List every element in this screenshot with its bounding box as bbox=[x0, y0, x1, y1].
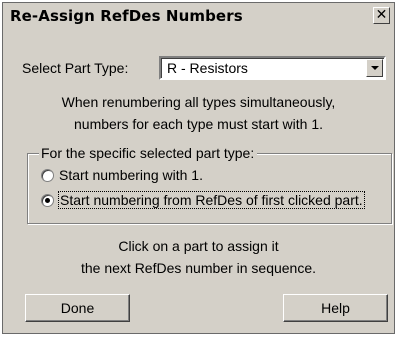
radio-label-start-with-1: Start numbering with 1. bbox=[59, 167, 203, 183]
done-button[interactable]: Done bbox=[25, 294, 130, 322]
radio-button-unchecked[interactable] bbox=[41, 169, 54, 182]
part-type-value: R - Resistors bbox=[167, 60, 248, 76]
close-icon: ✕ bbox=[375, 7, 388, 23]
numbering-groupbox bbox=[27, 153, 392, 224]
dialog-title: Re-Assign RefDes Numbers bbox=[10, 7, 243, 25]
note-line-1: When renumbering all types simultaneousl… bbox=[61, 94, 336, 110]
chevron-down-icon[interactable] bbox=[366, 59, 383, 77]
refdes-dialog: Re-Assign RefDes Numbers ✕ Select Part T… bbox=[2, 2, 395, 334]
part-type-select[interactable]: R - Resistors bbox=[159, 56, 386, 80]
help-button[interactable]: Help bbox=[283, 294, 388, 322]
title-bar[interactable]: Re-Assign RefDes Numbers ✕ bbox=[3, 3, 394, 30]
part-type-label: Select Part Type: bbox=[22, 60, 129, 76]
close-button[interactable]: ✕ bbox=[373, 7, 390, 24]
renumber-note: When renumbering all types simultaneousl… bbox=[3, 91, 394, 135]
instruction-text: Click on a part to assign it the next Re… bbox=[3, 235, 394, 279]
note-line-2: numbers for each type must start with 1. bbox=[74, 116, 323, 132]
radio-button-checked[interactable] bbox=[41, 194, 54, 207]
instruction-line-1: Click on a part to assign it bbox=[118, 238, 279, 254]
instruction-line-2: the next RefDes number in sequence. bbox=[80, 260, 317, 276]
radio-label-start-from-clicked: Start numbering from RefDes of first cli… bbox=[58, 191, 365, 209]
groupbox-legend: For the specific selected part type: bbox=[39, 145, 258, 161]
